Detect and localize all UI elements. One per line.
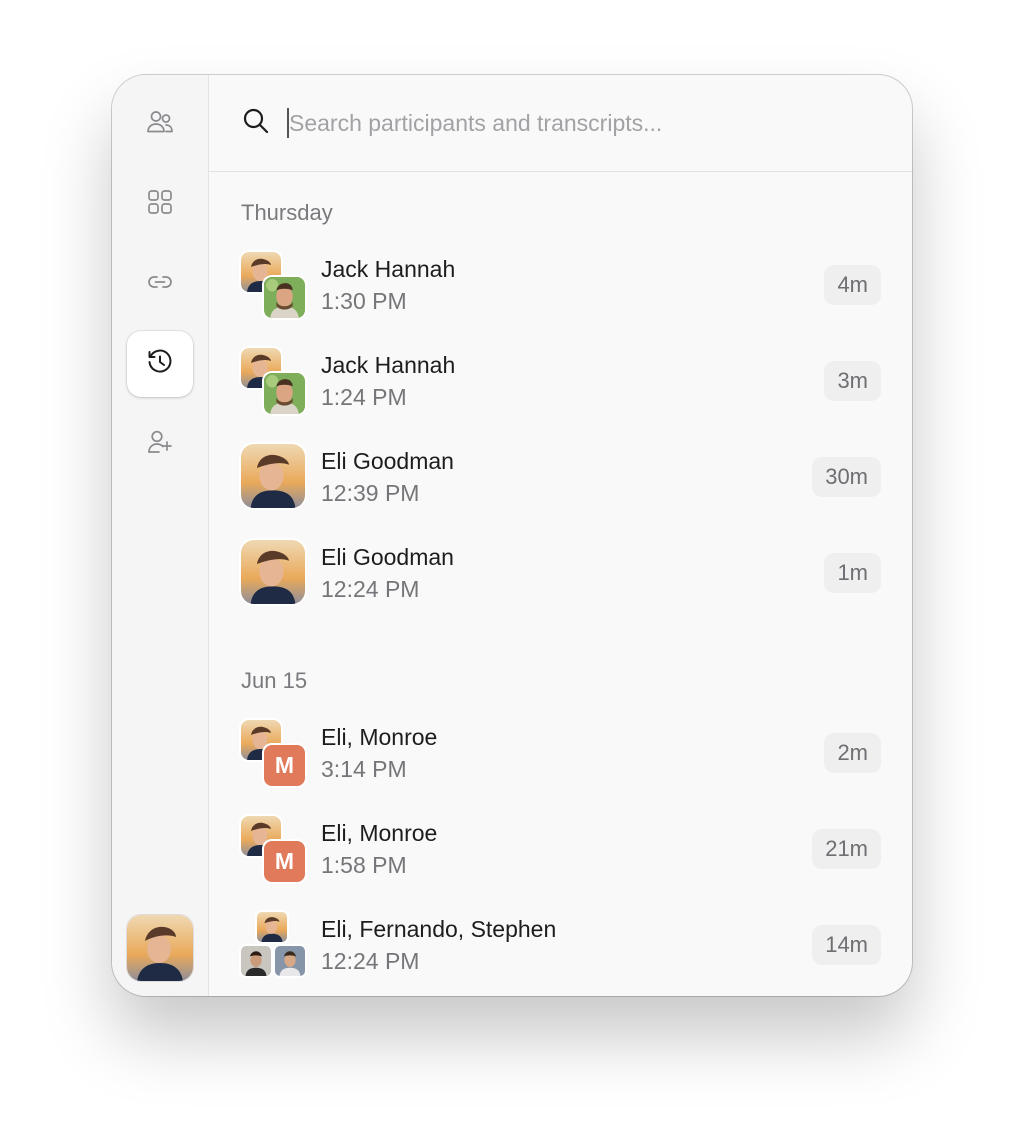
participant-avatar [262,275,307,320]
participant-avatar [239,442,307,510]
sidebar-item-history[interactable] [127,331,193,397]
transcript-row[interactable]: Eli, Fernando, Stephen 12:24 PM 14m [209,910,912,996]
participant-names: Eli, Monroe [321,820,438,846]
participant-avatar [239,538,307,606]
profile-avatar[interactable] [127,915,193,981]
duration-badge: 1m [824,553,881,593]
participant-avatar [262,371,307,416]
participant-names: Eli, Monroe [321,724,438,750]
participant-names: Eli Goodman [321,448,454,474]
group-label: Thursday [241,200,333,225]
transcript-row[interactable]: Eli Goodman 12:39 PM 30m [209,442,912,532]
duration-badge: 4m [824,265,881,305]
meeting-time: 12:39 PM [321,480,420,506]
duration-badge: 14m [812,925,881,965]
participant-names: Eli, Fernando, Stephen [321,916,557,942]
transcript-row[interactable]: Jack Hannah 1:24 PM 3m [209,346,912,436]
meeting-time: 1:30 PM [321,288,407,314]
transcript-row[interactable]: Jack Hannah 1:30 PM 4m [209,250,912,340]
meeting-time: 12:24 PM [321,576,420,602]
duration-badge: 21m [812,829,881,869]
add-person-icon [145,427,175,462]
search-input[interactable] [287,108,851,138]
meeting-time: 1:58 PM [321,852,407,878]
sidebar [112,75,209,996]
meeting-time: 1:24 PM [321,384,407,410]
meeting-time: 12:24 PM [321,948,420,974]
participant-names: Eli Goodman [321,544,454,570]
transcript-row[interactable]: M Eli, Monroe 1:58 PM 21m [209,814,912,904]
grid-icon [145,187,175,222]
sidebar-item-apps[interactable] [127,171,193,237]
participant-avatar [255,910,289,944]
people-icon [145,107,175,142]
sidebar-item-people[interactable] [127,91,193,157]
participant-names: Jack Hannah [321,352,456,378]
transcript-row[interactable]: M Eli, Monroe 3:14 PM 2m [209,718,912,808]
sidebar-item-add-person[interactable] [127,411,193,477]
transcript-row[interactable]: Eli Goodman 12:24 PM 1m [209,538,912,628]
group-label: Jun 15 [241,668,308,693]
duration-badge: 2m [824,733,881,773]
participant-avatar [239,944,273,978]
search-icon [241,106,271,141]
participant-names: Jack Hannah [321,256,456,282]
main-panel: Thursday Jack Hannah 1:30 PM 4m Jack Hannah 1… [209,75,912,996]
sidebar-item-links[interactable] [127,251,193,317]
app-window: Thursday Jack Hannah 1:30 PM 4m Jack Hannah 1… [112,75,912,996]
participant-avatar [273,944,307,978]
participant-avatar: M [262,839,307,884]
duration-badge: 3m [824,361,881,401]
history-icon [145,347,175,382]
meeting-time: 3:14 PM [321,756,407,782]
participant-avatar: M [262,743,307,788]
search-bar [209,75,912,172]
duration-badge: 30m [812,457,881,497]
link-icon [145,267,175,302]
